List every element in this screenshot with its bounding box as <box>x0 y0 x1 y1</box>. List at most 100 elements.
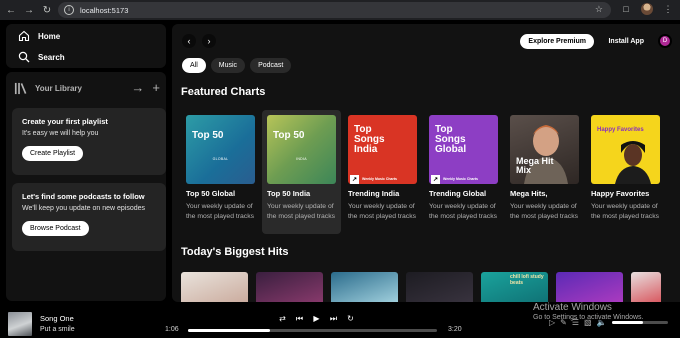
chart-card[interactable]: Mega Hit Mix Mega Hits, Your weekly upda… <box>505 110 584 234</box>
cover-title: Top Songs India <box>354 124 385 155</box>
tag-label: Weekly Music Charts <box>443 177 478 181</box>
watermark-line1: Activate Windows <box>533 302 612 313</box>
reload-icon[interactable]: ↻ <box>40 3 54 17</box>
create-playlist-card: Create your first playlist It's easy we … <box>12 108 166 175</box>
cover-title: Top 50 <box>273 130 305 141</box>
site-info-icon[interactable]: i <box>64 5 74 15</box>
star-icon[interactable]: ☆ <box>595 4 603 15</box>
volume-fill <box>612 321 643 324</box>
browser-toolbar: ← → ↻ i localhost:5173 ☆ □ ⋮ <box>0 0 680 20</box>
playlist-card-text: It's easy we will help you <box>22 130 99 137</box>
hit-tile[interactable] <box>256 272 323 302</box>
chip-all[interactable]: All <box>182 58 206 73</box>
card-desc: Your weekly update of the most played tr… <box>429 203 497 220</box>
cover-sub: GLOBAL <box>212 157 229 161</box>
chart-card[interactable]: Top 50 GLOBAL Top 50 Global Your weekly … <box>181 110 260 234</box>
create-playlist-button[interactable]: Create Playlist <box>22 146 84 161</box>
card-name: Trending Global <box>429 189 487 198</box>
shuffle-icon[interactable]: ⇄ <box>277 313 288 324</box>
library-panel: Your Library → + Create your first playl… <box>6 72 166 301</box>
address-bar[interactable]: i localhost:5173 ☆ <box>58 2 611 18</box>
hit-tile[interactable] <box>181 272 248 302</box>
cover-title: Mega Hit Mix <box>516 156 554 175</box>
search-icon <box>18 51 30 63</box>
podcast-card-text: We'll keep you update on new episodes <box>22 205 146 212</box>
previous-icon[interactable]: ⏮ <box>294 313 305 324</box>
sidebar-item-home[interactable]: Home <box>18 30 60 42</box>
featured-cards: Top 50 GLOBAL Top 50 Global Your weekly … <box>181 110 665 234</box>
activate-windows-watermark: Activate Windows Go to Settings to activ… <box>533 302 644 321</box>
hit-tile[interactable]: chill lofi study beats <box>481 272 548 302</box>
artist-photo <box>615 141 651 184</box>
chart-card[interactable]: Happy Favorites Happy Favorites Your wee… <box>586 110 665 234</box>
play-icon[interactable]: ▶ <box>311 313 322 324</box>
podcast-card-title: Let's find some podcasts to follow <box>22 192 145 201</box>
profile-avatar[interactable] <box>641 3 653 15</box>
main-content: ‹ › Explore Premium Install App D All Mu… <box>172 24 680 302</box>
now-playing-cover[interactable] <box>8 312 32 336</box>
card-name: Top 50 Global <box>186 189 236 198</box>
chart-cover: Top Songs Global ↗ Weekly Music Charts <box>429 115 498 184</box>
volume-slider[interactable] <box>612 321 668 324</box>
card-desc: Your weekly update of the most played tr… <box>348 203 416 220</box>
watermark-line2: Go to Settings to activate Windows. <box>533 314 644 321</box>
hit-tile[interactable] <box>406 272 473 302</box>
card-desc: Your weekly update of the most played tr… <box>510 203 578 220</box>
chip-music[interactable]: Music <box>210 58 246 73</box>
featured-charts-title: Featured Charts <box>181 86 266 98</box>
card-name: Happy Favorites <box>591 189 650 198</box>
chart-cover: Top Songs India ↗ Weekly Music Charts <box>348 115 417 184</box>
forward-icon[interactable]: → <box>22 3 36 17</box>
home-icon <box>18 30 30 42</box>
chart-cover: Top 50 INDIA <box>267 115 336 184</box>
card-desc: Your weekly update of the most played tr… <box>591 203 659 220</box>
plus-icon[interactable]: + <box>152 80 160 96</box>
nav-forward-button[interactable]: › <box>202 34 216 48</box>
chart-cover: Happy Favorites <box>591 115 660 184</box>
chart-card[interactable]: Top Songs Global ↗ Weekly Music Charts T… <box>424 110 503 234</box>
chart-card[interactable]: Top Songs India ↗ Weekly Music Charts Tr… <box>343 110 422 234</box>
repeat-icon[interactable]: ↻ <box>345 313 356 324</box>
cover-title: Top 50 <box>192 130 224 141</box>
podcast-card: Let's find some podcasts to follow We'll… <box>12 183 166 251</box>
chip-podcast[interactable]: Podcast <box>250 58 292 73</box>
menu-icon[interactable]: ⋮ <box>662 3 674 15</box>
progress-fill <box>188 329 271 332</box>
chart-card[interactable]: Top 50 INDIA Top 50 India Your weekly up… <box>262 110 341 234</box>
card-desc: Your weekly update of the most played tr… <box>267 203 335 220</box>
filter-chips: All Music Podcast <box>182 58 292 73</box>
card-name: Mega Hits, <box>510 189 548 198</box>
home-label: Home <box>38 31 61 41</box>
browse-podcast-button[interactable]: Browse Podcast <box>22 221 89 236</box>
hit-tile[interactable] <box>556 272 623 302</box>
biggest-hits-title: Today's Biggest Hits <box>181 246 289 258</box>
nav-back-button[interactable]: ‹ <box>182 34 196 48</box>
playback-controls: ⇄ ⏮ ▶ ⏭ ↻ <box>277 313 356 324</box>
extensions-icon[interactable]: □ <box>620 3 632 15</box>
playlist-card-title: Create your first playlist <box>22 117 108 126</box>
library-icon[interactable] <box>14 82 27 95</box>
card-name: Trending India <box>348 189 400 198</box>
chart-cover: Top 50 GLOBAL <box>186 115 255 184</box>
next-icon[interactable]: ⏭ <box>328 313 339 324</box>
sidebar-nav: Home Search <box>6 24 166 68</box>
sidebar-item-search[interactable]: Search <box>18 51 65 63</box>
url-text: localhost:5173 <box>80 5 129 15</box>
chart-cover: Mega Hit Mix <box>510 115 579 184</box>
back-icon[interactable]: ← <box>4 3 18 17</box>
artist-name[interactable]: Put a smile <box>40 326 75 333</box>
song-title[interactable]: Song One <box>40 314 74 323</box>
arrow-right-icon[interactable]: → <box>131 80 144 96</box>
install-app-button[interactable]: Install App <box>608 38 644 45</box>
progress-bar[interactable] <box>188 329 437 332</box>
explore-premium-button[interactable]: Explore Premium <box>520 34 594 49</box>
hit-tile[interactable] <box>631 272 661 302</box>
cover-title: Top Songs Global <box>435 124 467 155</box>
hit-tile[interactable] <box>331 272 398 302</box>
cover-sub: INDIA <box>296 157 307 161</box>
current-time: 1:06 <box>165 326 179 333</box>
tag-label: Weekly Music Charts <box>362 177 397 181</box>
hit-tile-label: chill lofi study beats <box>510 274 544 286</box>
avatar[interactable]: D <box>658 34 672 48</box>
library-title[interactable]: Your Library <box>35 84 82 93</box>
